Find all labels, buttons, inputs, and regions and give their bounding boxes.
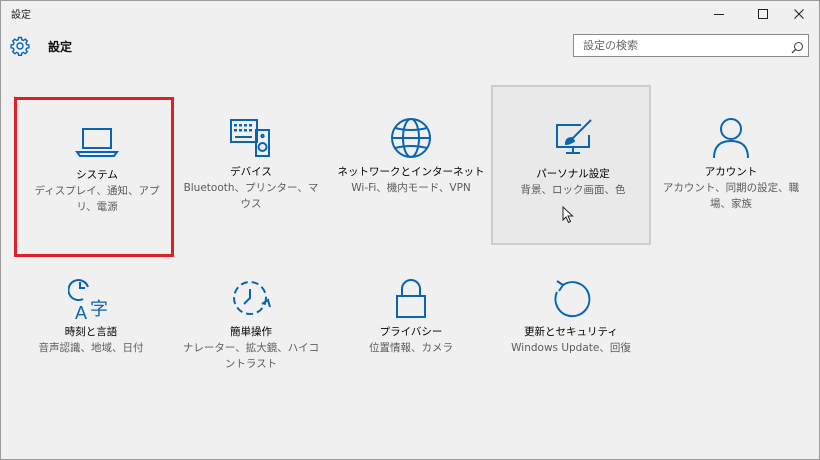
tile-devices[interactable]: デバイス Bluetooth、プリンター、マウス: [171, 85, 331, 245]
tile-system-label: システム: [76, 169, 118, 181]
tile-accounts-description: アカウント、同期の設定、職場、家族: [662, 182, 800, 210]
close-button[interactable]: [779, 1, 819, 27]
maximize-button[interactable]: [743, 1, 783, 27]
tile-network[interactable]: ネットワークとインターネット Wi-Fi、機内モード、VPN: [331, 85, 491, 245]
laptop-icon: [17, 122, 177, 168]
refresh-arrow-icon: [491, 277, 651, 323]
dashed-clock-icon: [171, 277, 331, 323]
globe-icon: [331, 117, 491, 163]
tile-update-security[interactable]: 更新とセキュリティ Windows Update、回復: [491, 245, 651, 405]
settings-window: 設定 設定 設定の検索 システム ディスプレイ、通知、アプリ、電源 デバイス B…: [0, 0, 820, 460]
tile-ease-of-access-label: 簡単操作: [230, 326, 272, 338]
tile-personalization-description: 背景、ロック画面、色: [520, 184, 626, 196]
close-icon: [794, 9, 804, 19]
settings-header: 設定: [1, 27, 819, 67]
person-icon: [651, 117, 811, 163]
svg-text:字: 字: [90, 299, 108, 320]
tile-devices-label: デバイス: [230, 166, 272, 178]
window-title: 設定: [11, 10, 31, 21]
search-box[interactable]: [573, 34, 809, 57]
tile-time-language-description: 音声認識、地域、日付: [38, 342, 144, 354]
tile-personalization-label: パーソナル設定: [536, 168, 610, 180]
svg-text:A: A: [75, 303, 87, 321]
tile-devices-description: Bluetooth、プリンター、マウス: [183, 182, 319, 210]
mouse-cursor-icon: [562, 205, 574, 228]
tile-system[interactable]: システム ディスプレイ、通知、アプリ、電源: [14, 97, 174, 257]
tile-time-language-label: 時刻と言語: [64, 326, 118, 338]
padlock-icon: [331, 277, 491, 323]
gear-icon: [10, 36, 30, 60]
clock-language-icon: A 字: [11, 277, 171, 323]
tile-update-security-description: Windows Update、回復: [511, 342, 631, 354]
search-icon[interactable]: [791, 39, 804, 58]
tile-privacy-label: プライバシー: [379, 326, 443, 338]
tile-ease-of-access[interactable]: 簡単操作 ナレーター、拡大鏡、ハイコントラスト: [171, 245, 331, 405]
maximize-icon: [758, 9, 768, 19]
tile-update-security-label: 更新とセキュリティ: [524, 326, 618, 338]
tile-network-description: Wi-Fi、機内モード、VPN: [351, 182, 471, 194]
keyboard-speaker-icon: [171, 117, 331, 163]
tile-accounts[interactable]: アカウント アカウント、同期の設定、職場、家族: [651, 85, 811, 245]
paintbrush-display-icon: [493, 117, 653, 163]
tile-system-description: ディスプレイ、通知、アプリ、電源: [34, 185, 160, 213]
tile-privacy[interactable]: プライバシー 位置情報、カメラ: [331, 245, 491, 405]
page-title: 設定: [48, 40, 73, 54]
tile-network-label: ネットワークとインターネット: [337, 166, 485, 178]
tile-privacy-description: 位置情報、カメラ: [369, 342, 453, 354]
search-input[interactable]: [574, 35, 786, 56]
tile-ease-of-access-description: ナレーター、拡大鏡、ハイコントラスト: [182, 342, 320, 370]
tile-time-language[interactable]: A 字 時刻と言語 音声認識、地域、日付: [11, 245, 171, 405]
minimize-button[interactable]: [699, 1, 739, 27]
minimize-icon: [714, 14, 724, 15]
tile-accounts-label: アカウント: [704, 166, 758, 178]
title-bar[interactable]: 設定: [1, 1, 819, 27]
